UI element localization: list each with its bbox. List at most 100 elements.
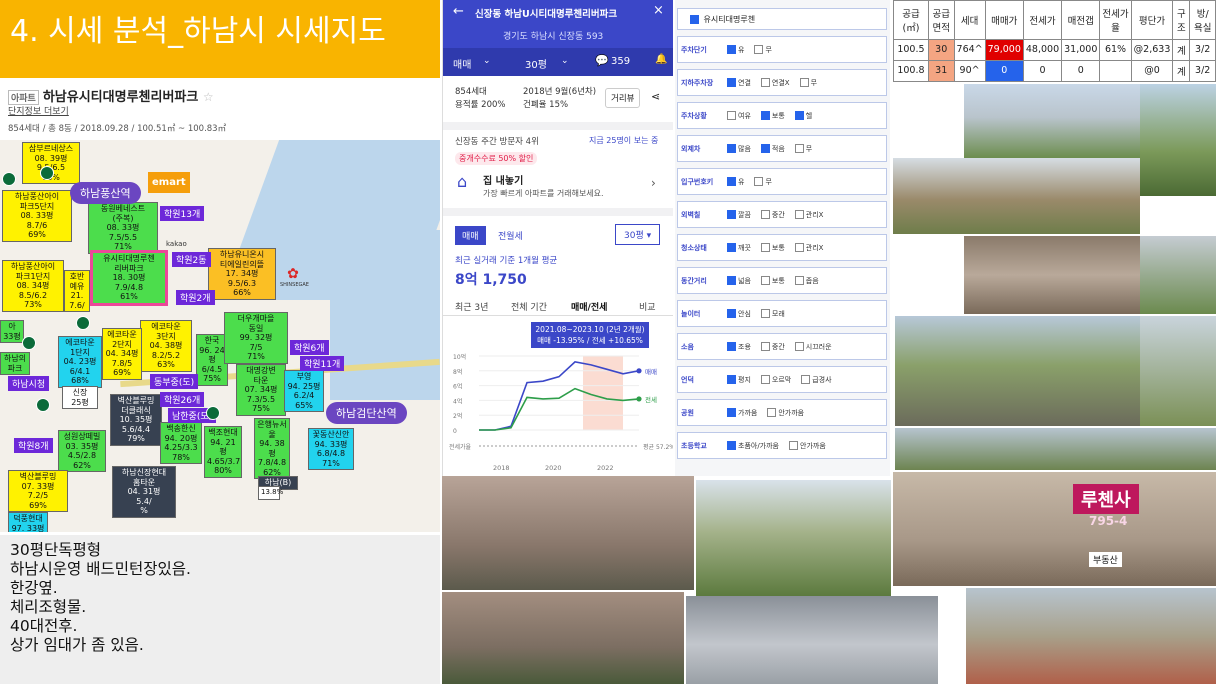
comment-icon[interactable]: 💬: [595, 54, 609, 67]
table-header: 공급(㎡): [893, 0, 929, 40]
tab-size[interactable]: 30평: [525, 56, 547, 71]
map-marker[interactable]: 은행뉴서 울 94. 38평 7.8/4.8 62%: [254, 418, 290, 479]
map-marker[interactable]: 백조현대 94. 21평 4.65/3.7 80%: [204, 426, 242, 478]
checkbox[interactable]: [727, 309, 736, 318]
starbucks-icon: [2, 172, 16, 186]
station-geomdansan[interactable]: 하남검단산역: [326, 402, 407, 424]
map-marker[interactable]: 하남신장현대 홈타운 04. 31평 5.4/%: [112, 466, 176, 518]
checkbox[interactable]: [727, 144, 736, 153]
period-tab[interactable]: 비교: [639, 300, 656, 313]
map-marker[interactable]: 하남풍산아이 파크1단지 08. 34평 8.5/6.2 73%: [2, 260, 64, 312]
checkbox[interactable]: [799, 78, 809, 87]
photo-shops: 루첸사 795-4 부동산: [893, 472, 1216, 586]
period-tab[interactable]: 최근 3년: [455, 300, 488, 313]
map-marker[interactable]: 대명강변 타운 07. 34평 7.3/5.5 75%: [236, 364, 286, 416]
share-icon[interactable]: ⋖: [651, 90, 660, 103]
checkbox[interactable]: [760, 276, 770, 285]
table-cell: 61%: [1099, 38, 1132, 61]
map-marker[interactable]: 더우개마을 동일 99. 32평 7/5 71%: [224, 312, 288, 364]
visitor-now[interactable]: 지금 25명이 보는 중: [589, 135, 658, 146]
seg-trade[interactable]: 매매: [455, 226, 486, 245]
seg-rent[interactable]: 전월세: [491, 226, 530, 245]
checkbox[interactable]: [760, 210, 770, 219]
checkbox-label: 안가까움: [778, 408, 805, 417]
checkbox[interactable]: [727, 177, 736, 186]
complex-info-link[interactable]: 단지정보 더보기: [8, 104, 69, 117]
ratio-label: 전세가율: [449, 443, 472, 451]
map-marker[interactable]: 호반 예유 21. 7.6/: [64, 270, 90, 312]
map-marker-target[interactable]: 유시티대명루첸 리버파크 18. 30평 7.9/4.8 61%: [90, 250, 168, 306]
checkbox-label: 무: [765, 177, 772, 186]
checklist-row: 소음 조용 중간 시끄러운: [677, 333, 887, 360]
period-tabs: 최근 3년 전체 기간 매매/전세 비교: [443, 296, 673, 316]
checkbox[interactable]: [727, 408, 736, 417]
checkbox[interactable]: [801, 375, 811, 384]
checkbox[interactable]: [760, 111, 770, 120]
checkbox[interactable]: [690, 15, 699, 24]
map-marker[interactable]: 에코타운 3단지 04. 38평 8.2/5.2 63%: [140, 320, 192, 372]
checkbox[interactable]: [727, 111, 736, 120]
checkbox[interactable]: [754, 177, 764, 186]
checkbox[interactable]: [760, 78, 770, 87]
bell-icon[interactable]: 🔔: [655, 54, 667, 65]
station-pungsan[interactable]: 하남풍산역: [70, 182, 141, 204]
chevron-right-icon[interactable]: ›: [651, 176, 656, 190]
map-marker[interactable]: 벽산블루밍 07. 33평 7.2/5 69%: [8, 470, 68, 512]
checkbox[interactable]: [727, 276, 736, 285]
promo-title[interactable]: 집 내놓기: [483, 172, 523, 187]
close-icon[interactable]: ×: [653, 3, 664, 18]
map-marker[interactable]: 동원베네스트 (주복) 08. 33평 7.5/5.5 71%: [88, 202, 158, 254]
map-marker[interactable]: 꽃동산신안 94. 33평 6.8/4.8 71%: [308, 428, 354, 470]
checkbox[interactable]: [760, 243, 770, 252]
checkbox[interactable]: [727, 441, 736, 450]
checkbox[interactable]: [727, 375, 736, 384]
map-canvas[interactable]: 삼부르네상스08. 39평9.5/6.568% 하남풍산아이파크5단지08. 3…: [0, 140, 440, 532]
checkbox[interactable]: [794, 243, 804, 252]
map-marker[interactable]: 신장 25평: [62, 386, 98, 409]
checkbox[interactable]: [760, 375, 770, 384]
checklist-label: 외벽칠: [681, 210, 701, 219]
map-marker[interactable]: 하남의 파크: [0, 352, 30, 375]
shinsegae-logo: ✿ SHINSEGAE: [280, 266, 309, 288]
size-select[interactable]: 30평 ▾: [615, 224, 661, 245]
distance-view-button[interactable]: 거리뷰: [605, 88, 641, 108]
map-marker[interactable]: 하남풍산아이 파크5단지 08. 33평 8.7/6 69%: [2, 190, 72, 242]
checkbox[interactable]: [760, 309, 770, 318]
checkbox[interactable]: [760, 342, 770, 351]
map-marker[interactable]: 성원상떼빌 03. 35평 4.5/2.8 62%: [58, 430, 106, 472]
tab-trade[interactable]: 매매: [453, 56, 471, 71]
map-marker[interactable]: 백송한신 94. 20평 4.25/3.3 78%: [160, 422, 202, 464]
map-marker-pct[interactable]: 13.8%: [258, 486, 283, 500]
checkbox-label: 헬: [805, 111, 813, 120]
checkbox[interactable]: [727, 210, 736, 219]
map-marker[interactable]: 덕풍현대 97. 33평: [8, 512, 48, 532]
checkbox[interactable]: [794, 111, 804, 120]
checkbox[interactable]: [754, 45, 764, 54]
map-marker[interactable]: 에코타운 2단지 04. 34평 7.8/5 69%: [102, 328, 142, 380]
period-tab-active[interactable]: 매매/전세: [571, 300, 607, 313]
back-icon[interactable]: ←: [453, 4, 464, 19]
map-marker[interactable]: 벽산블루밍 더클래식 10. 35평 5.6/4.4 79%: [110, 394, 162, 446]
map-marker[interactable]: 부영 94. 25평 6.2/4 65%: [284, 370, 324, 412]
floor-ratio: 용적률 200%: [455, 100, 506, 110]
checkbox[interactable]: [794, 276, 804, 285]
map-marker[interactable]: 하남유니온시 티에일린의뜰 17. 34평 9.5/6.3 66%: [208, 248, 276, 300]
star-icon[interactable]: ☆: [203, 90, 214, 104]
period-tab[interactable]: 전체 기간: [511, 300, 547, 313]
checkbox[interactable]: [727, 342, 736, 351]
checkbox[interactable]: [727, 243, 736, 252]
checkbox[interactable]: [794, 144, 804, 153]
checkbox[interactable]: [794, 342, 804, 351]
photo-garden: [893, 158, 1140, 234]
y-tick-label: 6억: [453, 383, 462, 391]
checkbox[interactable]: [794, 210, 804, 219]
checkbox[interactable]: [727, 78, 736, 87]
checkbox[interactable]: [767, 408, 777, 417]
table-cell: 30: [927, 38, 955, 61]
checkbox[interactable]: [789, 441, 798, 450]
map-marker[interactable]: 에코타운 1단지 04. 23평 6/4.1 68%: [58, 336, 102, 388]
checkbox[interactable]: [727, 45, 736, 54]
map-marker[interactable]: 아 33평: [0, 320, 24, 343]
checkbox[interactable]: [760, 144, 770, 153]
x-tick-label: 2020: [545, 464, 562, 472]
